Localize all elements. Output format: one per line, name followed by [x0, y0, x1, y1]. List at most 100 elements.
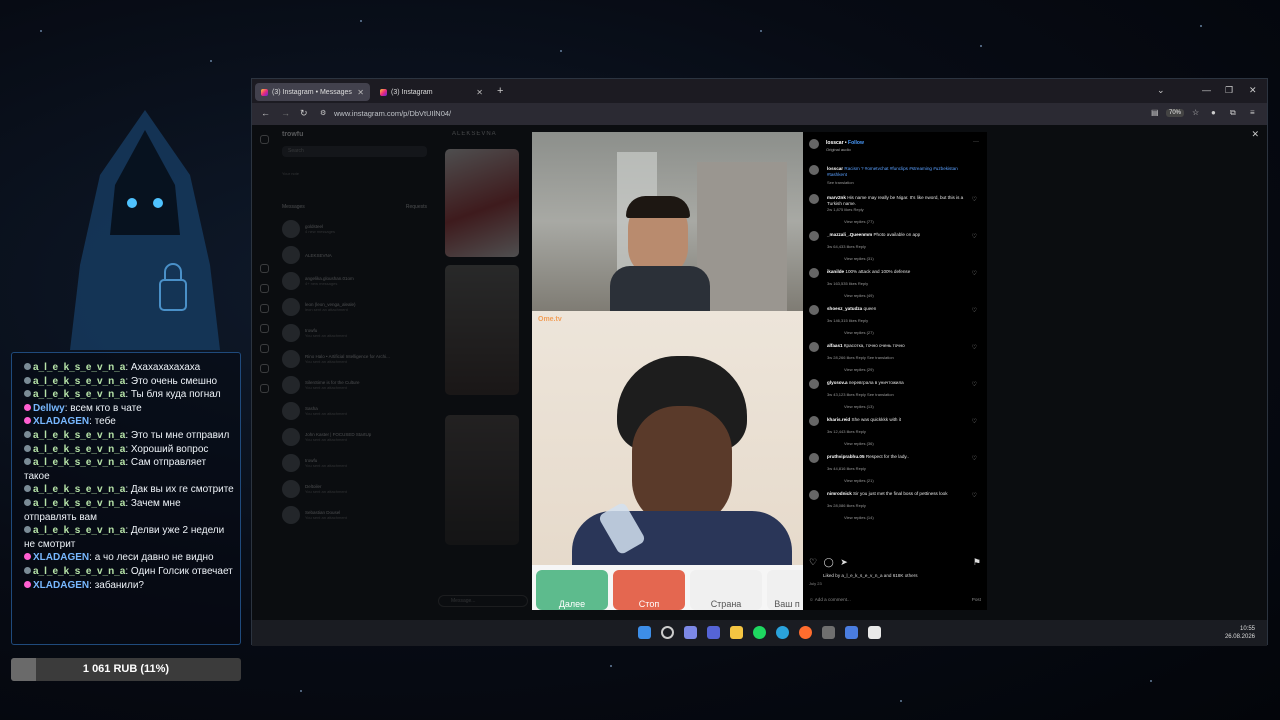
site-info-icon[interactable]: ⚙: [320, 109, 326, 117]
reader-view-icon[interactable]: ▤: [1151, 108, 1159, 117]
extensions-puzzle-icon[interactable]: ⧉: [1230, 108, 1236, 118]
new-tab-button[interactable]: +: [497, 85, 503, 97]
comment-author[interactable]: alfaas1: [827, 343, 843, 348]
close-window-button[interactable]: ✕: [1249, 85, 1257, 96]
comment-bubble-icon[interactable]: ◯: [824, 557, 834, 567]
ometv-button-0[interactable]: Далее: [536, 570, 608, 610]
add-comment-input[interactable]: Add a comment...: [815, 597, 851, 602]
shared-media-thumbnail[interactable]: [445, 415, 519, 545]
view-replies-link[interactable]: View replies (31): [844, 256, 874, 261]
message-input[interactable]: Message...: [438, 595, 528, 607]
shared-media-thumbnail[interactable]: [445, 149, 519, 257]
comment-meta[interactable]: 2w 1,875 likes Reply: [827, 207, 864, 212]
chat-username[interactable]: a_l_e_k_s_e_v_n_a: [33, 430, 125, 441]
avatar[interactable]: [809, 342, 819, 352]
comment-author[interactable]: kharis.reid: [827, 417, 850, 422]
requests-link[interactable]: Requests: [406, 204, 427, 210]
comment-author[interactable]: glyxsov.a: [827, 380, 848, 385]
chat-username[interactable]: a_l_e_k_s_e_v_n_a: [33, 389, 125, 400]
instagram-logo-icon[interactable]: [260, 135, 269, 144]
system-clock[interactable]: 10:55 26.08.2026: [1225, 625, 1255, 641]
chat-username[interactable]: a_l_e_k_s_e_v_n_a: [33, 444, 125, 455]
share-icon[interactable]: ➤: [840, 557, 848, 567]
conversation-item[interactable]: ALEKSEVNA: [282, 242, 427, 268]
avatar[interactable]: [809, 231, 819, 241]
comment-meta[interactable]: 3w 146,315 likes Reply: [827, 318, 868, 323]
conversation-item[interactable]: goldsteel 4 new messages: [282, 216, 427, 242]
avatar[interactable]: [809, 305, 819, 315]
forward-icon[interactable]: →: [281, 108, 290, 118]
comment-author[interactable]: nimrodnick: [827, 491, 852, 496]
like-heart-icon[interactable]: ♡: [972, 196, 977, 203]
messages-icon[interactable]: [260, 304, 269, 313]
notifications-icon[interactable]: [260, 344, 269, 353]
view-replies-link[interactable]: View replies (77): [844, 219, 874, 224]
avatar[interactable]: [809, 453, 819, 463]
comment-author[interactable]: ikanilde: [827, 269, 844, 274]
emoji-icon[interactable]: ☺: [809, 597, 814, 602]
conversation-item[interactable]: Rino Halo • Artificial Intelligence for …: [282, 346, 427, 372]
shared-media-thumbnail[interactable]: [445, 265, 519, 395]
conversation-item[interactable]: trowfu You sent an attachment: [282, 450, 427, 476]
comment-author[interactable]: marv2nk: [827, 195, 846, 200]
chat-username[interactable]: Dellwy: [33, 403, 65, 414]
conversation-item[interactable]: leon (leon_venga_aleale) leon sent an att…: [282, 294, 427, 320]
tab-instagram-messages[interactable]: (3) Instagram • Messages ✕: [255, 83, 370, 101]
ometv-button-1[interactable]: Стоп: [613, 570, 685, 610]
chat-username[interactable]: a_l_e_k_s_e_v_n_a: [33, 376, 125, 387]
comment-author[interactable]: shoesz_yatudza: [827, 306, 862, 311]
reels-icon[interactable]: [260, 284, 269, 293]
chat-username[interactable]: a_l_e_k_s_e_v_n_a: [33, 362, 125, 373]
chat-username[interactable]: XLADAGEN: [33, 580, 89, 591]
chat-username[interactable]: a_l_e_k_s_e_v_n_a: [33, 457, 125, 468]
ometv-button-3[interactable]: Ваш п: [767, 570, 803, 610]
conversation-item[interactable]: trowfu You sent an attachment: [282, 320, 427, 346]
like-heart-icon[interactable]: ♡: [809, 557, 817, 567]
more-options-icon[interactable]: ···: [973, 139, 979, 145]
view-replies-link[interactable]: View replies (49): [844, 293, 874, 298]
app-icon[interactable]: [684, 626, 697, 639]
app-icon[interactable]: [822, 626, 835, 639]
view-replies-link[interactable]: View replies (21): [844, 478, 874, 483]
tab-instagram[interactable]: (3) Instagram ✕: [374, 83, 489, 101]
like-heart-icon[interactable]: ♡: [972, 307, 977, 314]
likes-summary[interactable]: Liked by a_l_e_k_s_e_v_n_a and 618K othe…: [823, 573, 918, 578]
like-heart-icon[interactable]: ♡: [972, 492, 977, 499]
conversation-item[interactable]: Deltoiler You sent an attachment: [282, 476, 427, 502]
back-icon[interactable]: ←: [261, 108, 270, 118]
conversation-item[interactable]: John Kaster | FOCUSED StartUp You sent an…: [282, 424, 427, 450]
audio-label[interactable]: Original audio: [826, 147, 851, 152]
chat-username[interactable]: XLADAGEN: [33, 416, 89, 427]
firefox-icon[interactable]: [799, 626, 812, 639]
comment-meta[interactable]: 3w 44,816 likes Reply: [827, 466, 866, 471]
search-icon[interactable]: [260, 324, 269, 333]
post-comment-button[interactable]: Post: [972, 597, 981, 602]
create-icon[interactable]: [260, 364, 269, 373]
close-tab-icon[interactable]: ✕: [357, 88, 364, 97]
search-input[interactable]: Search: [282, 146, 427, 157]
menu-icon[interactable]: ≡: [1250, 108, 1255, 117]
close-tab-icon[interactable]: ✕: [476, 88, 483, 97]
comment-meta[interactable]: 3w 43,123 likes Reply See translation: [827, 392, 894, 397]
like-heart-icon[interactable]: ♡: [972, 344, 977, 351]
telegram-icon[interactable]: [776, 626, 789, 639]
chat-username[interactable]: a_l_e_k_s_e_v_n_a: [33, 525, 125, 536]
save-bookmark-icon[interactable]: ⚑: [973, 557, 981, 568]
avatar[interactable]: [809, 165, 819, 175]
conversation-item[interactable]: SilenSime is for the Culture You sent an …: [282, 372, 427, 398]
reload-icon[interactable]: ↻: [300, 108, 308, 119]
avatar[interactable]: [809, 139, 819, 149]
view-replies-link[interactable]: View replies (13): [844, 404, 874, 409]
comment-meta[interactable]: 3w 163,535 likes Reply: [827, 281, 868, 286]
view-replies-link[interactable]: View replies (14): [844, 515, 874, 520]
app-icon[interactable]: [707, 626, 720, 639]
avatar[interactable]: [809, 194, 819, 204]
comment-meta[interactable]: 3w 28,086 likes Reply: [827, 503, 866, 508]
spotify-icon[interactable]: [753, 626, 766, 639]
like-heart-icon[interactable]: ♡: [972, 381, 977, 388]
comment-author[interactable]: _mazzali_.Queenmm: [827, 232, 872, 237]
conversation-item[interactable]: angelika.gloushan.01om 4+ new messages: [282, 268, 427, 294]
extension-icon[interactable]: ●: [1211, 108, 1216, 117]
home-icon[interactable]: [260, 264, 269, 273]
close-overlay-icon[interactable]: ✕: [1251, 129, 1259, 140]
